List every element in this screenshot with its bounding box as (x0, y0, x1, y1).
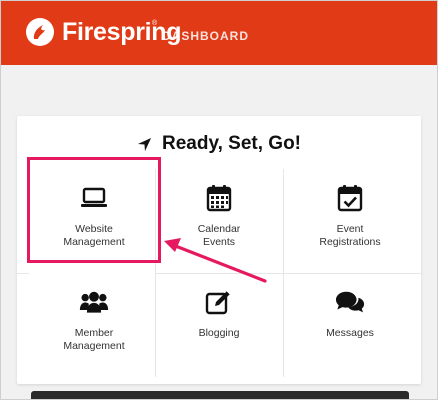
tile-website-management[interactable]: Website Management (27, 169, 161, 273)
calendar-check-icon (335, 183, 365, 213)
calendar-icon (204, 183, 234, 213)
next-card-edge (31, 391, 409, 399)
tile-label: Member Management (63, 327, 125, 352)
shortcut-grid: Website Management Calendar Events Event… (17, 169, 421, 377)
brand-trademark: ® (152, 20, 158, 27)
tile-label: Website Management (63, 223, 125, 248)
firespring-logo-icon (26, 18, 54, 46)
card-header: Ready, Set, Go! (17, 129, 421, 159)
users-icon (79, 287, 109, 317)
tile-messages[interactable]: Messages (283, 273, 417, 377)
quick-start-card: Ready, Set, Go! Website Management Calen… (17, 116, 421, 384)
edit-icon (204, 287, 234, 317)
dashboard-label: DASHBOARD (162, 29, 249, 43)
tile-member-management[interactable]: Member Management (27, 273, 161, 377)
tile-label: Calendar Events (197, 223, 241, 248)
browser-frame: Firespring ® DASHBOARD Ready, Set, Go! W… (0, 0, 438, 400)
tile-calendar-events[interactable]: Calendar Events (155, 169, 283, 273)
tile-label: Blogging (198, 327, 240, 339)
laptop-icon (79, 183, 109, 213)
tile-label: Messages (326, 327, 374, 339)
tile-event-registrations[interactable]: Event Registrations (283, 169, 417, 273)
comments-icon (335, 287, 365, 317)
card-title: Ready, Set, Go! (161, 133, 301, 154)
top-header: Firespring ® DASHBOARD (1, 1, 437, 65)
location-arrow-icon (137, 137, 152, 151)
tile-blogging[interactable]: Blogging (155, 273, 283, 377)
tile-label: Event Registrations (319, 223, 381, 248)
